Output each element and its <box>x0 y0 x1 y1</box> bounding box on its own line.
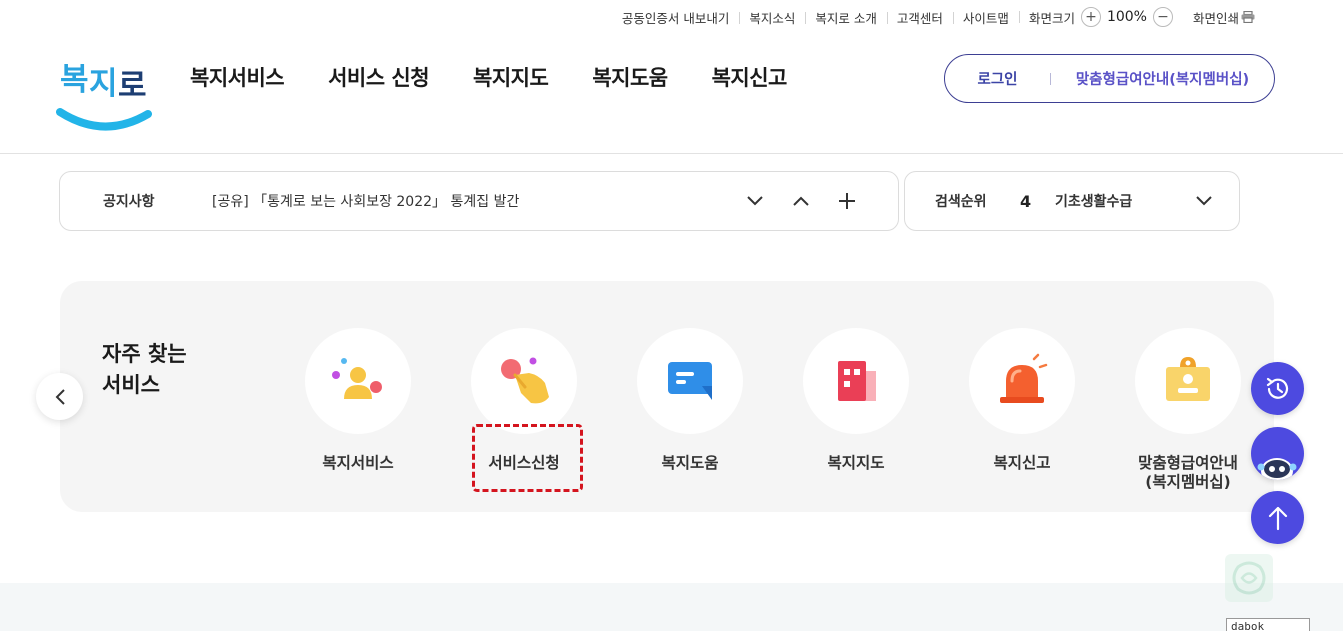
chevron-down-icon <box>747 196 763 206</box>
service-icon-circle <box>637 328 743 434</box>
membership-button[interactable]: 맞춤형급여안내(복지멤버십) <box>1051 68 1274 89</box>
chatbot-robot-icon <box>1257 458 1297 480</box>
notice-label: 공지사항 <box>103 194 155 210</box>
notice-next-button[interactable] <box>742 188 768 214</box>
service-icon-circle <box>969 328 1075 434</box>
history-icon <box>1266 377 1288 399</box>
recent-history-button[interactable] <box>1251 362 1304 415</box>
notice-text[interactable]: [공유] 「통계로 보는 사회보장 2022」 통계집 발간 <box>212 191 742 211</box>
nav-service-apply[interactable]: 서비스 신청 <box>328 62 429 92</box>
print-label: 화면인쇄 <box>1192 10 1239 26</box>
hand-touch-icon <box>501 357 549 404</box>
siren-icon <box>1000 353 1048 403</box>
login-button[interactable]: 로그인 <box>945 68 1050 89</box>
bokjiro-logo-icon: 복 지 로 <box>56 62 152 131</box>
notice-controls <box>742 188 898 214</box>
focus-highlight <box>472 424 583 492</box>
chatbot-button[interactable] <box>1251 427 1304 480</box>
customer-center-link[interactable]: 고객센터 <box>886 8 953 27</box>
sitemap-link[interactable]: 사이트맵 <box>952 8 1019 27</box>
utility-bar: 공동인증서 내보내기 복지소식 복지로 소개 고객센터 사이트맵 화면크기 + … <box>612 6 1265 28</box>
service-icon-circle <box>803 328 909 434</box>
service-label: 복지지도 <box>827 454 885 472</box>
svg-text:복: 복 <box>60 62 89 98</box>
service-report[interactable]: 복지신고 <box>947 328 1097 473</box>
print-button[interactable]: 화면인쇄 <box>1183 8 1265 27</box>
service-label: 맞춤형급여안내 (복지멤버십) <box>1138 454 1238 492</box>
login-box: 로그인 맞춤형급여안내(복지멤버십) <box>944 54 1275 103</box>
plus-icon <box>839 193 855 209</box>
search-rank-number: 4 <box>1020 191 1032 211</box>
search-rank-label: 검색순위 <box>935 194 987 210</box>
search-rank-bar[interactable]: 검색순위 4 기초생활수급 <box>904 171 1240 231</box>
footer-band <box>0 583 1343 631</box>
service-welfare[interactable]: 복지서비스 <box>283 328 433 473</box>
about-link[interactable]: 복지로 소개 <box>805 8 886 27</box>
welfare-news-link[interactable]: 복지소식 <box>739 8 805 27</box>
carousel-prev-button[interactable] <box>36 373 83 420</box>
chevron-left-icon <box>55 388 65 405</box>
frequent-services-title: 자주 찾는 서비스 <box>102 339 222 401</box>
service-help[interactable]: 복지도움 <box>615 328 765 473</box>
service-icon-circle <box>471 328 577 434</box>
zoom-label: 화면크기 <box>1028 10 1075 26</box>
frequent-services: 자주 찾는 서비스 복지서비스 서비스신청 복지도움 복지지도 복지신고 맞춤형… <box>60 281 1274 512</box>
main-nav: 복지서비스 서비스 신청 복지지도 복지도움 복지신고 <box>190 62 787 92</box>
printer-icon <box>1241 11 1255 23</box>
nav-welfare-report[interactable]: 복지신고 <box>712 62 788 92</box>
notice-more-button[interactable] <box>834 188 860 214</box>
chat-bubble-icon <box>668 362 712 400</box>
chevron-up-icon <box>793 196 809 206</box>
service-label: 복지서비스 <box>322 454 394 472</box>
zoom-control: 화면크기 + 100% − <box>1018 7 1183 27</box>
svg-text:로: 로 <box>118 68 147 104</box>
service-label: 복지신고 <box>993 454 1051 472</box>
notice-prev-button[interactable] <box>788 188 814 214</box>
notice-bar: 공지사항 [공유] 「통계로 보는 사회보장 2022」 통계집 발간 <box>59 171 899 231</box>
service-label: 복지도움 <box>661 454 719 472</box>
service-map[interactable]: 복지지도 <box>781 328 931 473</box>
cert-export-link[interactable]: 공동인증서 내보내기 <box>612 8 739 27</box>
id-card-icon <box>1166 357 1210 401</box>
person-icon <box>332 358 382 399</box>
header-divider <box>0 153 1343 154</box>
logo[interactable]: 복 지 로 <box>56 50 152 134</box>
nav-welfare-map[interactable]: 복지지도 <box>473 62 549 92</box>
zoom-value: 100% <box>1106 9 1147 25</box>
title-line-2: 서비스 <box>102 373 160 397</box>
service-label-line-1: 맞춤형급여안내 <box>1138 454 1238 472</box>
zoom-out-button[interactable]: − <box>1152 7 1173 27</box>
scroll-top-button[interactable] <box>1251 491 1304 544</box>
zoom-in-button[interactable]: + <box>1080 7 1101 27</box>
nav-welfare-service[interactable]: 복지서비스 <box>190 62 285 92</box>
building-map-icon <box>838 361 876 401</box>
search-rank-toggle[interactable] <box>1195 192 1239 211</box>
arrow-up-icon <box>1268 506 1287 530</box>
service-label-line-2: (복지멤버십) <box>1145 473 1231 491</box>
service-membership[interactable]: 맞춤형급여안내 (복지멤버십) <box>1113 328 1263 492</box>
title-line-1: 자주 찾는 <box>102 342 187 366</box>
service-icon-circle <box>305 328 411 434</box>
nav-welfare-help[interactable]: 복지도움 <box>592 62 668 92</box>
svg-text:지: 지 <box>89 66 118 102</box>
watermark-emblem-icon <box>1224 553 1274 603</box>
dabok-badge: dabok <box>1226 618 1310 631</box>
service-icon-circle <box>1135 328 1241 434</box>
search-rank-keyword[interactable]: 기초생활수급 <box>1055 191 1195 211</box>
chevron-down-icon <box>1196 195 1212 205</box>
